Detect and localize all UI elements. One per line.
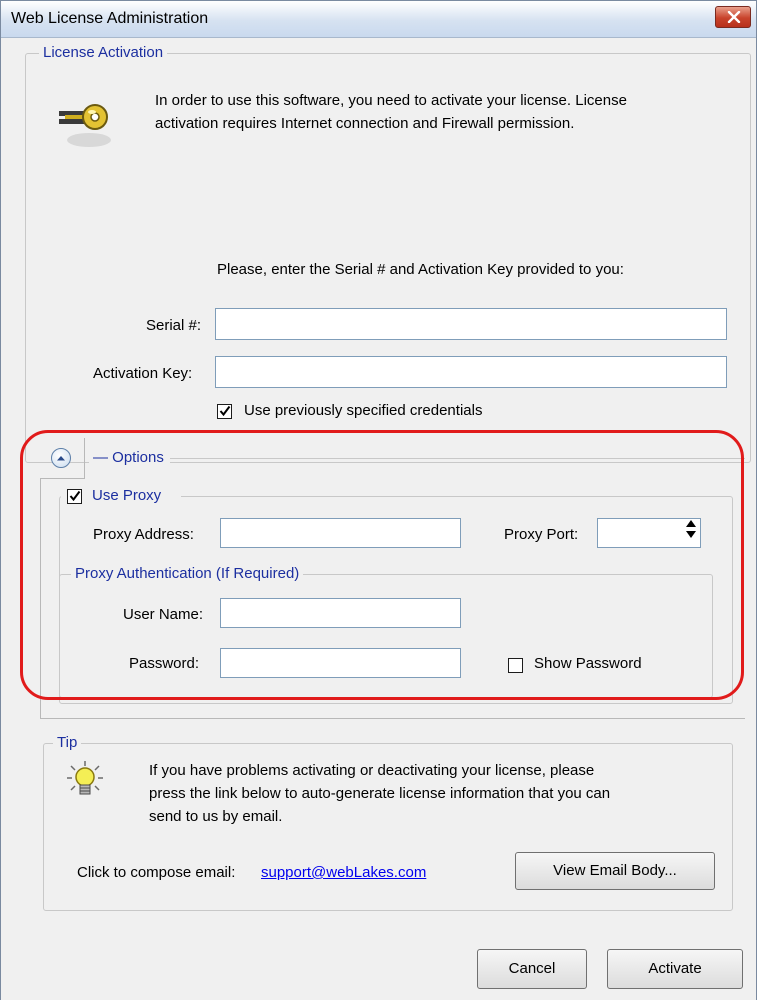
spinner-arrows-icon[interactable] <box>684 517 698 541</box>
cancel-label: Cancel <box>508 960 556 977</box>
password-label: Password: <box>129 655 200 672</box>
activation-key-label: Activation Key: <box>93 365 193 382</box>
show-password-checkbox[interactable] <box>508 658 523 673</box>
tip-text-line2: press the link below to auto-generate li… <box>149 785 611 802</box>
activate-label: Activate <box>648 960 702 977</box>
activation-key-input[interactable] <box>215 356 727 388</box>
dialog-body: License Activation In order to use this … <box>1 38 756 1000</box>
tip-text-line1: If you have problems activating or deact… <box>149 762 595 779</box>
close-icon <box>727 11 741 23</box>
options-separator <box>89 458 745 459</box>
options-bottom-border <box>40 718 745 719</box>
compose-email-label: Click to compose email: <box>77 864 236 881</box>
options-collapse-button[interactable] <box>51 448 71 468</box>
show-password-label: Show Password <box>534 655 642 672</box>
proxy-auth-group <box>59 574 713 698</box>
activate-button[interactable]: Activate <box>607 949 743 989</box>
serial-input[interactable] <box>215 308 727 340</box>
license-activation-legend: License Activation <box>39 44 168 62</box>
key-icon <box>59 104 111 147</box>
title-bar[interactable]: Web License Administration <box>1 1 756 38</box>
checkmark-icon <box>69 490 81 502</box>
close-button[interactable] <box>715 6 751 28</box>
view-email-body-button[interactable]: View Email Body... <box>515 852 715 890</box>
proxy-address-input[interactable] <box>220 518 461 548</box>
username-label: User Name: <box>123 606 204 623</box>
activation-description-line2: activation requires Internet connection … <box>155 115 575 132</box>
proxy-auth-legend: Proxy Authentication (If Required) <box>71 565 304 583</box>
serial-label: Serial #: <box>146 317 202 334</box>
activation-description-line1: In order to use this software, you need … <box>155 92 627 109</box>
use-previous-checkbox[interactable] <box>217 404 232 419</box>
window-title: Web License Administration <box>11 10 209 27</box>
checkmark-icon <box>219 405 231 417</box>
username-input[interactable] <box>220 598 461 628</box>
options-left-border <box>40 478 41 718</box>
cancel-button[interactable]: Cancel <box>477 949 587 989</box>
use-proxy-label: Use Proxy <box>92 487 162 504</box>
dialog-window: Web License Administration License Activ… <box>0 0 757 1000</box>
view-email-body-label: View Email Body... <box>553 862 677 879</box>
activation-prompt: Please, enter the Serial # and Activatio… <box>217 261 624 278</box>
proxy-address-label: Proxy Address: <box>93 526 194 543</box>
use-proxy-checkbox[interactable] <box>67 489 82 504</box>
tip-legend: Tip <box>53 734 82 752</box>
support-email-link[interactable]: support@webLakes.com <box>261 864 426 881</box>
use-previous-label: Use previously specified credentials <box>244 402 483 419</box>
proxy-port-label: Proxy Port: <box>504 526 579 543</box>
password-input[interactable] <box>220 648 461 678</box>
lightbulb-icon <box>67 761 103 795</box>
options-legend: — Options <box>89 449 170 467</box>
tip-text-line3: send to us by email. <box>149 808 283 825</box>
chevron-up-icon <box>57 456 65 461</box>
